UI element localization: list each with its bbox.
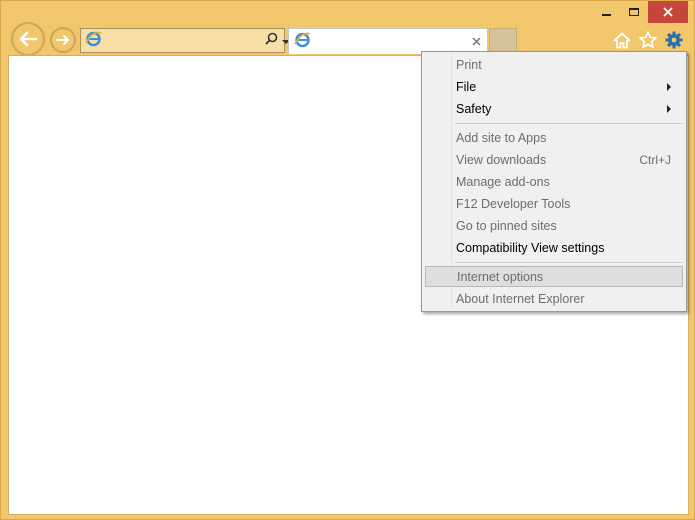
back-button[interactable] [11, 22, 45, 56]
menu-item-label: View downloads [456, 152, 547, 167]
arrow-left-icon [19, 31, 38, 47]
menu-item-label: Internet options [457, 269, 544, 284]
close-icon [471, 37, 481, 46]
menu-item-view-downloads[interactable]: View downloads Ctrl+J [425, 149, 683, 170]
menu-item-label: Compatibility View settings [456, 240, 605, 255]
tools-menu: Print File Safety Add site to Apps View … [421, 51, 687, 312]
ie-logo-icon [85, 30, 102, 52]
address-bar [80, 28, 306, 53]
menu-item-go-to-pinned-sites[interactable]: Go to pinned sites [425, 215, 683, 236]
menu-item-label: File [456, 79, 477, 94]
forward-button[interactable] [50, 27, 76, 53]
maximize-icon [629, 8, 639, 16]
minimize-button[interactable] [592, 1, 620, 23]
menu-separator [455, 262, 683, 263]
menu-item-label: About Internet Explorer [456, 291, 585, 306]
menu-separator [455, 123, 683, 124]
menu-item-compatibility-view-settings[interactable]: Compatibility View settings [425, 237, 683, 258]
close-button[interactable] [648, 1, 688, 23]
menu-item-label: F12 Developer Tools [456, 196, 571, 211]
submenu-arrow-icon [667, 82, 671, 91]
menu-item-f12-developer-tools[interactable]: F12 Developer Tools [425, 193, 683, 214]
star-icon[interactable] [638, 30, 658, 50]
menu-item-internet-options[interactable]: Internet options [425, 266, 683, 287]
submenu-arrow-icon [667, 104, 671, 113]
tab-close-button[interactable] [468, 34, 484, 50]
close-icon [663, 7, 673, 17]
arrow-right-icon [56, 35, 69, 45]
new-tab-button[interactable] [489, 28, 517, 53]
menu-item-label: Manage add-ons [456, 174, 550, 189]
menu-item-label: Add site to Apps [456, 130, 547, 145]
menu-item-safety[interactable]: Safety [425, 98, 683, 119]
command-icons [612, 30, 684, 50]
maximize-button[interactable] [620, 1, 648, 23]
menu-item-shortcut: Ctrl+J [639, 152, 671, 167]
menu-item-file[interactable]: File [425, 76, 683, 97]
menu-item-manage-add-ons[interactable]: Manage add-ons [425, 171, 683, 192]
caption-buttons [592, 1, 688, 23]
address-input[interactable] [102, 29, 265, 52]
menu-item-label: Safety [456, 101, 492, 116]
minimize-icon [601, 14, 611, 16]
menu-item-about-internet-explorer[interactable]: About Internet Explorer [425, 288, 683, 309]
home-icon[interactable] [612, 30, 632, 50]
menu-item-add-site-to-apps[interactable]: Add site to Apps [425, 127, 683, 148]
ie-logo-icon [294, 31, 311, 53]
gear-icon[interactable] [664, 30, 684, 50]
menu-item-label: Print [456, 57, 482, 72]
menu-item-print[interactable]: Print [425, 54, 683, 75]
search-icon[interactable] [265, 32, 278, 50]
menu-item-label: Go to pinned sites [456, 218, 557, 233]
